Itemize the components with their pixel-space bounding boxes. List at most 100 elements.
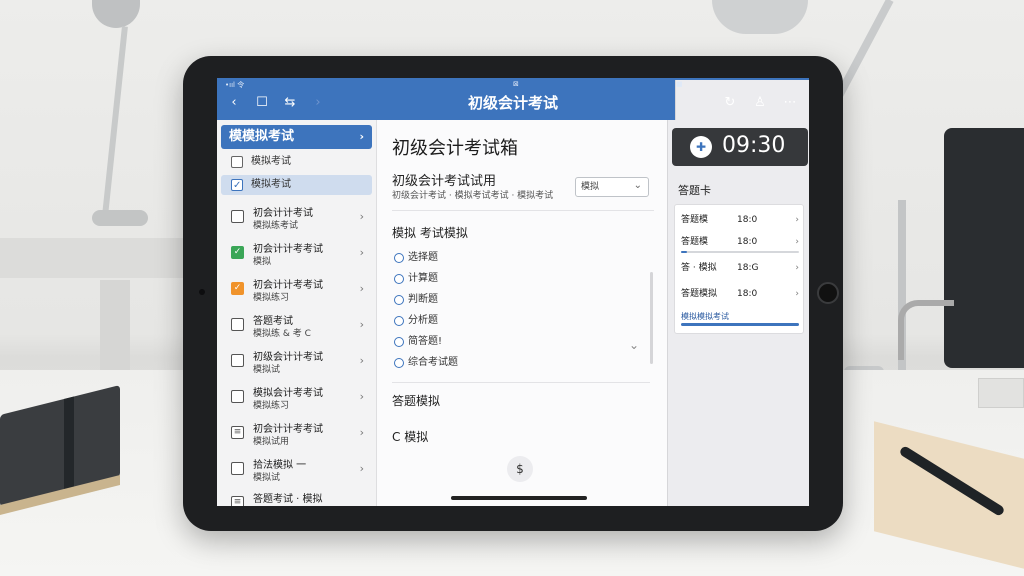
background-shelf xyxy=(0,238,200,278)
radio-option[interactable]: 计算题 xyxy=(394,271,438,287)
sidebar-item-subtitle: 模拟练 & 考 C xyxy=(253,329,311,339)
chevron-right-icon: › xyxy=(359,354,364,367)
refresh-icon[interactable]: ↻ xyxy=(721,94,739,112)
background-chair-arm xyxy=(898,300,954,360)
document-icon[interactable]: ≡ xyxy=(231,426,244,439)
background-lamp-left xyxy=(82,0,152,230)
chevron-right-icon: › xyxy=(795,237,799,247)
answer-card-label: 答题卡 xyxy=(678,184,711,197)
chevron-right-icon: › xyxy=(795,215,799,225)
checkbox[interactable] xyxy=(231,210,244,223)
content-description: 初级会计考试 · 模拟考试考试 · 模拟考试 xyxy=(392,191,554,201)
sidebar-subitem[interactable]: 模拟考试 xyxy=(221,152,372,172)
sidebar-item-subtitle: 模拟练习 xyxy=(253,401,290,411)
chevron-right-icon: › xyxy=(795,289,799,299)
tablet-screen: •ııl 令 ⊠ ■ ‹ ☐ ⇆ › 初级会计考试 ↻ ♙ ⋯ 模模拟考试 › … xyxy=(217,78,809,506)
checkbox[interactable] xyxy=(231,462,244,475)
chevron-right-icon: › xyxy=(795,263,799,273)
document-icon[interactable]: ≡ xyxy=(231,496,244,506)
sidebar-item[interactable]: ≡ 初会计计考考试 模拟试用 › xyxy=(221,416,372,452)
status-bar: •ııl 令 ⊠ ■ xyxy=(225,80,809,466)
content-subtitle: 初级会计考试试用 xyxy=(392,174,497,189)
chevron-right-icon: › xyxy=(359,282,364,295)
sidebar-item-title: 拾法模拟 一 xyxy=(253,460,307,471)
sidebar-subitem-label: 模拟考试 xyxy=(251,156,291,167)
chevron-right-icon[interactable]: › xyxy=(309,94,327,112)
checkbox-checked-icon[interactable]: ✓ xyxy=(231,246,244,259)
chevron-right-icon: › xyxy=(359,246,364,259)
sidebar-item[interactable]: ✓ 初会计计考考试 模拟练习 › xyxy=(221,272,372,308)
sidebar-item[interactable]: 答题考试 模拟练 & 考 C › xyxy=(221,308,372,344)
chevron-right-icon: › xyxy=(359,462,364,475)
background-laptop xyxy=(978,378,1024,408)
sidebar-item[interactable]: 初级会计计考试 模拟试 › xyxy=(221,344,372,380)
answer-row-label: 答题模 xyxy=(681,215,709,225)
home-indicator[interactable] xyxy=(451,496,587,500)
answer-row-value: 18:0 xyxy=(737,237,758,247)
tablet-device: •ııl 令 ⊠ ■ ‹ ☐ ⇆ › 初级会计考试 ↻ ♙ ⋯ 模模拟考试 › … xyxy=(183,56,843,531)
sidebar-item-subtitle: 模拟练习 xyxy=(253,293,290,303)
divider xyxy=(392,382,650,383)
answer-row[interactable]: 答题模 18:0 › xyxy=(681,235,799,249)
answer-row-value: 18:0 xyxy=(737,215,758,225)
answer-row-label: 答题模 xyxy=(681,237,709,247)
sidebar-item-title: 答题考试 · 模拟 xyxy=(253,494,323,505)
background-chair xyxy=(944,128,1024,368)
answer-row[interactable]: 答题模拟 18:0 › xyxy=(681,287,799,301)
chevron-left-icon[interactable]: ‹ xyxy=(225,94,243,112)
sidebar-item-title: 初会计计考考试 xyxy=(253,280,323,291)
sidebar-subitem-label: 模拟考试 xyxy=(251,179,291,190)
share-icon[interactable]: ⇆ xyxy=(281,94,299,112)
checkbox[interactable] xyxy=(231,318,244,331)
dollar-icon[interactable]: $ xyxy=(507,456,533,482)
radio-option[interactable]: 选择题 xyxy=(394,250,438,266)
checkbox[interactable] xyxy=(231,390,244,403)
mode-select[interactable]: 模拟 ⌄ xyxy=(575,177,649,197)
answer-row[interactable]: 答题模 18:0 › xyxy=(681,213,799,227)
sidebar-item-subtitle: 模拟练考试 xyxy=(253,221,299,231)
sidebar: 模模拟考试 › 模拟考试 模拟考试 初会计计考试 模拟练考试 › ✓ 初会计计考… xyxy=(217,120,377,506)
flag-icon[interactable]: ✓ xyxy=(231,282,244,295)
sidebar-item[interactable]: 模拟会计考考试 模拟练习 › xyxy=(221,380,372,416)
radio-option[interactable]: 简答题! xyxy=(394,334,442,350)
chevron-right-icon: › xyxy=(359,318,364,331)
sidebar-item[interactable]: 初会计计考试 模拟练考试 › xyxy=(221,200,372,236)
sidebar-item-title: 初会计计考考试 xyxy=(253,244,323,255)
sidebar-item-subtitle: 模拟试用 xyxy=(253,437,290,447)
chevron-right-icon: › xyxy=(359,130,364,143)
radio-option[interactable]: 综合考试题 xyxy=(394,355,458,371)
sidebar-item-subtitle: 模拟试 xyxy=(253,365,281,375)
background-lamp-right-head xyxy=(712,0,808,34)
chevron-right-icon: › xyxy=(359,426,364,439)
sidebar-item-subtitle: 模拟 xyxy=(253,257,272,267)
progress-fill xyxy=(681,251,687,253)
content-title: 初级会计考试箱 xyxy=(392,138,518,159)
edit-icon[interactable]: ☐ xyxy=(253,94,271,112)
sidebar-item[interactable]: ✓ 初会计计考考试 模拟 › xyxy=(221,236,372,272)
user-icon[interactable]: ♙ xyxy=(751,94,769,112)
question-heading: 模拟 考试模拟 xyxy=(392,226,468,240)
more-icon[interactable]: ⋯ xyxy=(781,94,799,112)
radio-option[interactable]: 分析题 xyxy=(394,313,438,329)
sidebar-header[interactable]: 模模拟考试 › xyxy=(221,125,372,149)
sidebar-item[interactable]: ≡ 答题考试 · 模拟 xyxy=(221,486,372,506)
section-title: 答题模拟 xyxy=(392,394,441,408)
checkbox[interactable] xyxy=(231,156,243,168)
chevron-down-icon[interactable]: ⌄ xyxy=(629,338,639,352)
timer: ✚ 09:30 xyxy=(672,128,808,166)
answer-row[interactable]: 答 · 模拟 18:G › xyxy=(681,261,799,275)
main-content: 初级会计考试箱 初级会计考试试用 初级会计考试 · 模拟考试考试 · 模拟考试 … xyxy=(377,120,667,506)
page-title: 初级会计考试 xyxy=(467,94,558,112)
sidebar-subitem-selected[interactable]: 模拟考试 xyxy=(221,175,372,196)
sidebar-header-label: 模模拟考试 xyxy=(229,129,295,144)
mode-select-value: 模拟 xyxy=(581,182,600,192)
sidebar-item[interactable]: 拾法模拟 一 模拟试 › xyxy=(221,452,372,488)
checkbox[interactable] xyxy=(231,176,243,196)
checkbox[interactable] xyxy=(231,354,244,367)
sidebar-item-title: 初会计计考试 xyxy=(253,208,313,219)
sidebar-item-title: 答题考试 xyxy=(253,316,293,327)
status-center: ⊠ xyxy=(513,80,519,88)
scrollbar[interactable] xyxy=(650,272,653,364)
radio-option[interactable]: 判断题 xyxy=(394,292,438,308)
tablet-home-button[interactable] xyxy=(817,282,839,304)
